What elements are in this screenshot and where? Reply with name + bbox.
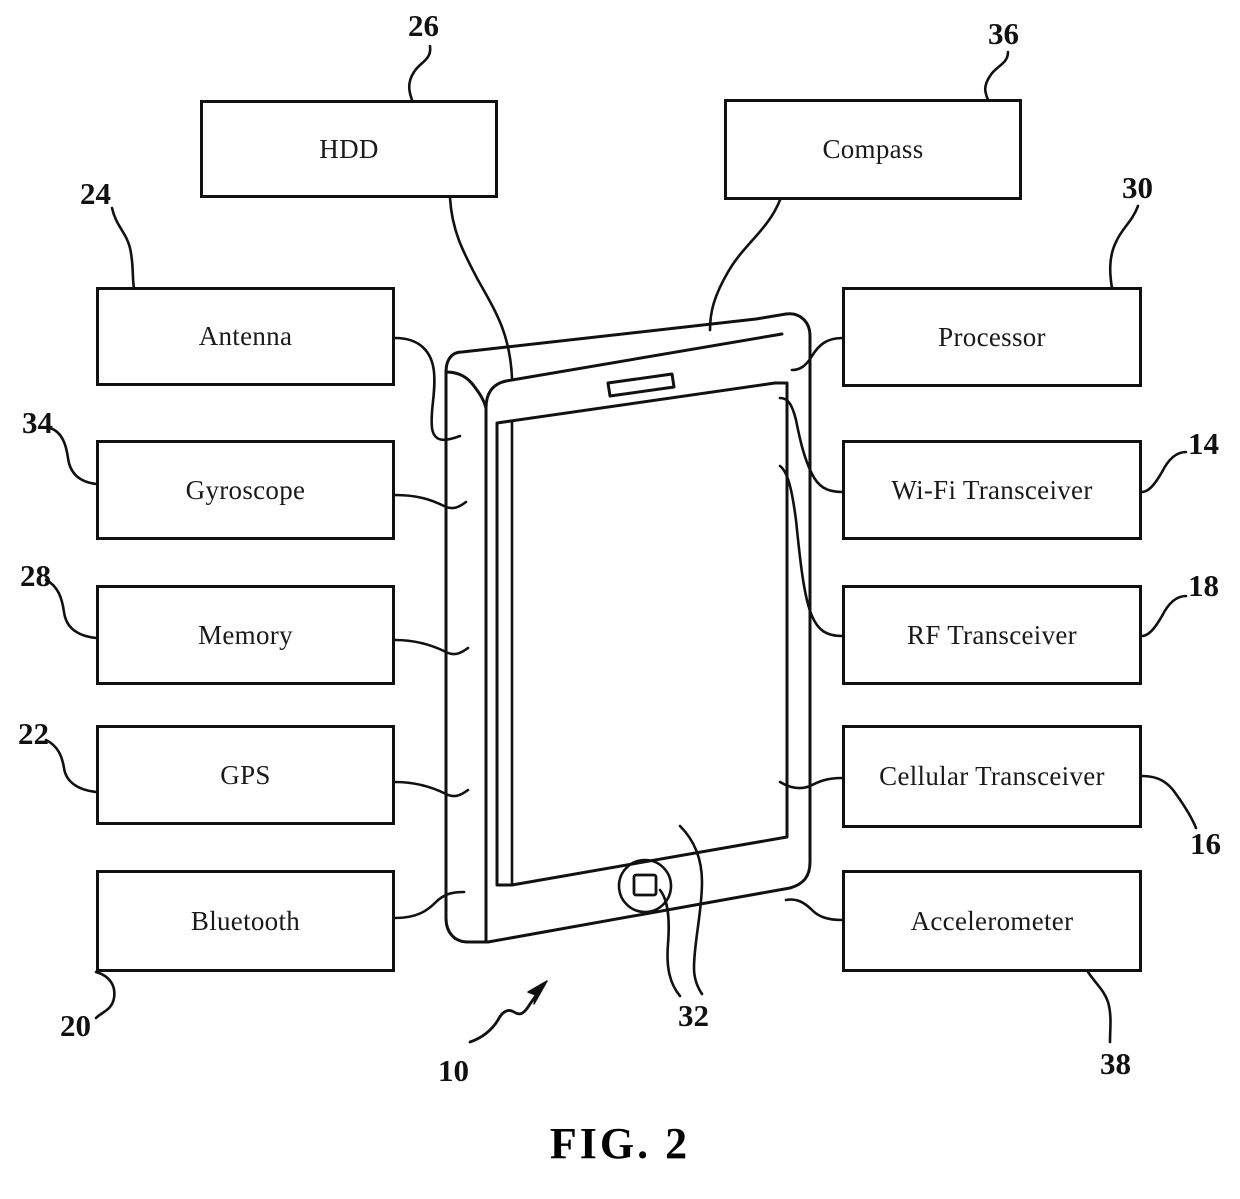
component-label-cellular-transceiver: Cellular Transceiver: [879, 761, 1105, 791]
phone-body-outline: [444, 312, 812, 944]
reference-numeral-28: 28: [20, 558, 51, 593]
leader-ref-10: [468, 988, 542, 1044]
reference-numeral-20: 20: [60, 1008, 91, 1043]
leader-ref-22: [44, 738, 98, 794]
component-box-processor[interactable]: Processor: [842, 287, 1142, 387]
leader-processor: [790, 336, 844, 372]
leader-ref-28: [44, 578, 98, 640]
reference-numeral-24: 24: [80, 176, 111, 211]
component-box-gyroscope[interactable]: Gyroscope: [96, 440, 395, 540]
leader-ref-16: [1140, 774, 1198, 830]
component-label-accelerometer: Accelerometer: [910, 905, 1074, 936]
component-box-rf-transceiver[interactable]: RF Transceiver: [842, 585, 1142, 685]
reference-numeral-36: 36: [988, 16, 1019, 51]
component-label-wifi-transceiver: Wi-Fi Transceiver: [891, 474, 1093, 505]
reference-numeral-16: 16: [1190, 826, 1221, 861]
component-label-bluetooth: Bluetooth: [190, 905, 301, 936]
component-label-memory: Memory: [198, 619, 293, 650]
component-label-compass: Compass: [822, 134, 924, 164]
component-box-wifi-transceiver[interactable]: Wi-Fi Transceiver: [842, 440, 1142, 540]
component-label-antenna: Antenna: [198, 321, 293, 351]
home-button: [617, 858, 673, 914]
reference-numeral-38: 38: [1100, 1046, 1131, 1081]
leader-accelerometer: [784, 898, 844, 922]
leader-ref-36: [983, 50, 1010, 102]
leader-antenna: [393, 336, 462, 442]
figure-caption: FIG. 2: [549, 1119, 691, 1168]
reference-numeral-14: 14: [1188, 426, 1219, 461]
reference-numeral-22: 22: [18, 716, 49, 751]
component-box-bluetooth[interactable]: Bluetooth: [96, 870, 395, 972]
leader-ref-14: [1140, 450, 1188, 494]
leader-bluetooth: [393, 890, 466, 920]
component-label-gyroscope: Gyroscope: [185, 474, 306, 505]
leader-ref-20: [94, 970, 116, 1020]
component-box-compass[interactable]: Compass: [724, 99, 1022, 200]
component-label-processor: Processor: [938, 321, 1046, 352]
leader-ref-38: [1086, 970, 1112, 1044]
earpiece-speaker-slot: [606, 372, 676, 398]
component-box-hdd[interactable]: HDD: [200, 100, 498, 198]
component-box-accelerometer[interactable]: Accelerometer: [842, 870, 1142, 972]
leader-ref-26: [407, 44, 432, 102]
reference-numeral-18: 18: [1188, 568, 1219, 603]
phone-display-screen: [495, 381, 789, 887]
reference-numeral-34: 34: [22, 405, 53, 440]
component-box-gps[interactable]: GPS: [96, 725, 395, 825]
component-label-rf-transceiver: RF Transceiver: [907, 619, 1077, 650]
reference-numeral-30: 30: [1122, 170, 1153, 205]
reference-numeral-10: 10: [438, 1053, 469, 1088]
component-box-memory[interactable]: Memory: [96, 585, 395, 685]
leader-gps: [393, 780, 470, 798]
component-label-gps: GPS: [220, 759, 271, 790]
leader-gyroscope: [393, 493, 468, 510]
reference-numeral-26: 26: [408, 8, 439, 43]
component-box-cellular-transceiver[interactable]: Cellular Transceiver: [842, 725, 1142, 828]
leader-ref-24: [110, 206, 136, 290]
component-label-hdd: HDD: [319, 133, 379, 164]
leader-ref-30: [1108, 204, 1140, 290]
leader-ref-18: [1140, 594, 1188, 638]
leader-ref-34: [48, 426, 98, 486]
patent-figure: HDD Compass Antenna Gyroscope Memory GPS…: [0, 0, 1240, 1199]
component-box-antenna[interactable]: Antenna: [96, 287, 395, 386]
reference-numeral-32: 32: [678, 998, 709, 1033]
leader-compass: [708, 198, 782, 332]
leader-memory: [393, 638, 470, 656]
